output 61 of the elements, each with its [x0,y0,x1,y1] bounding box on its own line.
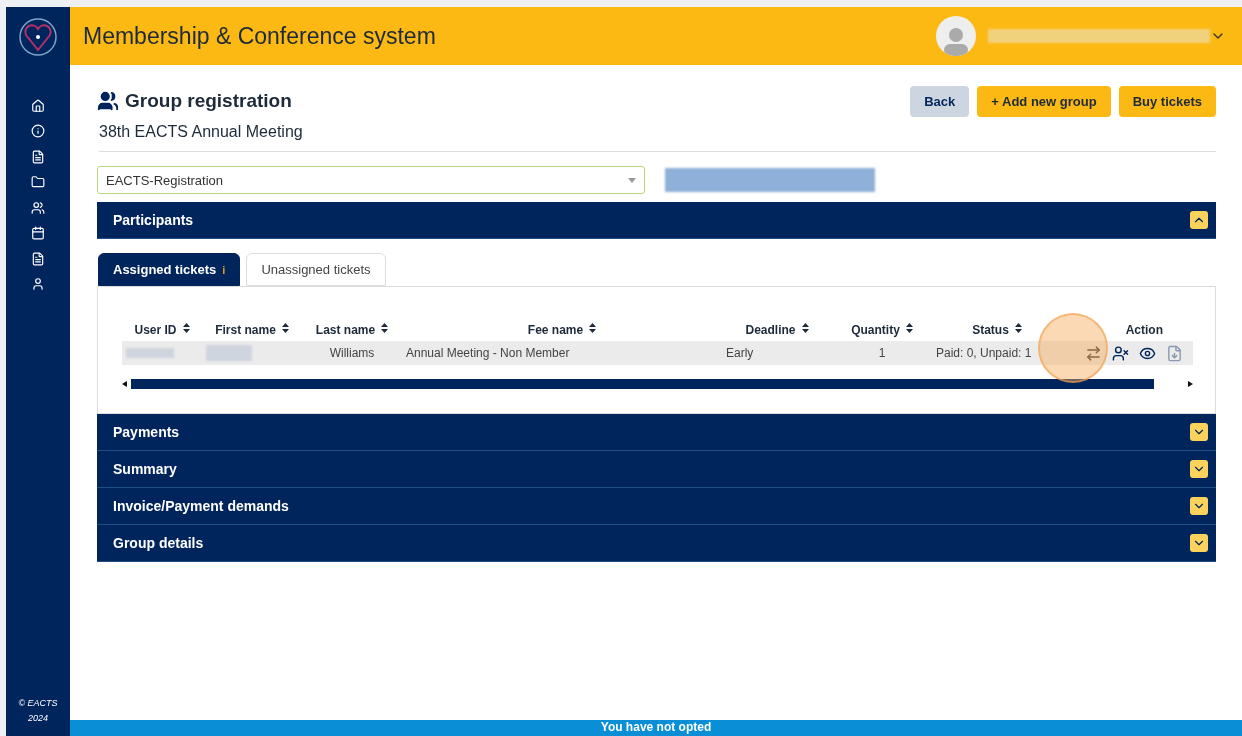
section-header[interactable]: Participants [97,202,1216,239]
column-header[interactable]: Last name [302,319,402,341]
document-icon[interactable] [31,251,45,266]
section-header[interactable]: Payments [97,414,1216,451]
table-cell: 1 [878,346,886,360]
home-icon[interactable] [31,98,45,113]
notice-banner: You have not opted [70,720,1242,736]
app-title: Membership & Conference system [83,22,437,50]
column-header[interactable]: First name [202,319,302,341]
scroll-left-icon[interactable] [122,381,127,387]
remove-user-icon[interactable] [1112,344,1129,362]
section-header[interactable]: Invoice/Payment demands [97,488,1216,525]
info-icon[interactable] [31,124,45,139]
copyright-text: © EACTS [18,697,58,710]
sort-icon[interactable] [281,323,289,333]
column-header[interactable]: User ID [122,319,202,341]
users-icon [97,90,119,112]
chevron-icon[interactable] [1190,423,1208,441]
page-subtitle: 38th EACTS Annual Meeting [99,123,1216,152]
scroll-right-icon[interactable] [1188,381,1193,387]
column-header[interactable]: Fee name [402,319,722,341]
section-header[interactable]: Summary [97,451,1216,488]
chevron-icon[interactable] [1190,534,1208,552]
action-button[interactable]: Buy tickets [1118,85,1216,117]
page-title: Group registration [125,90,292,112]
tab[interactable]: Unassigned tickets [246,253,386,286]
column-header[interactable]: Status [932,319,1062,341]
dropdown-caret-icon[interactable] [628,177,636,183]
section-header[interactable]: Group details [97,525,1216,562]
info-icon: i [222,263,226,276]
registration-select[interactable]: EACTS-Registration [97,166,645,194]
sort-icon[interactable] [801,323,809,333]
folder-icon[interactable] [31,175,45,190]
chevron-icon[interactable] [1190,460,1208,478]
tab[interactable]: Assigned tickets i [98,253,241,286]
logo-icon [18,17,58,57]
column-header[interactable]: Quantity [832,319,932,341]
swap-icon[interactable] [1085,344,1102,362]
scrollbar-thumb[interactable] [131,379,1154,389]
sort-icon[interactable] [1014,323,1022,333]
sort-icon[interactable] [182,323,190,333]
copyright-text: 2024 [26,712,49,725]
table-cell: Early [726,346,754,360]
sort-icon[interactable] [589,323,597,333]
users-icon[interactable] [31,200,45,215]
column-header[interactable]: Action [1062,319,1193,341]
document-icon[interactable] [31,149,45,164]
redacted-text [126,348,174,358]
table-cell: Paid: 0, Unpaid: 1 [936,346,1032,360]
redacted-text [206,345,252,361]
user-icon[interactable] [31,277,45,292]
table-cell: Annual Meeting - Non Member [406,346,570,360]
sort-icon[interactable] [905,323,913,333]
action-button[interactable]: Back [910,85,970,117]
chevron-icon[interactable] [1190,497,1208,515]
sort-icon[interactable] [381,323,389,333]
action-button[interactable]: + Add new group [977,85,1111,117]
chevron-icon[interactable] [1190,211,1208,229]
table-cell: Williams [329,346,375,360]
column-header[interactable]: Deadline [722,319,832,341]
calendar-icon[interactable] [31,226,45,241]
